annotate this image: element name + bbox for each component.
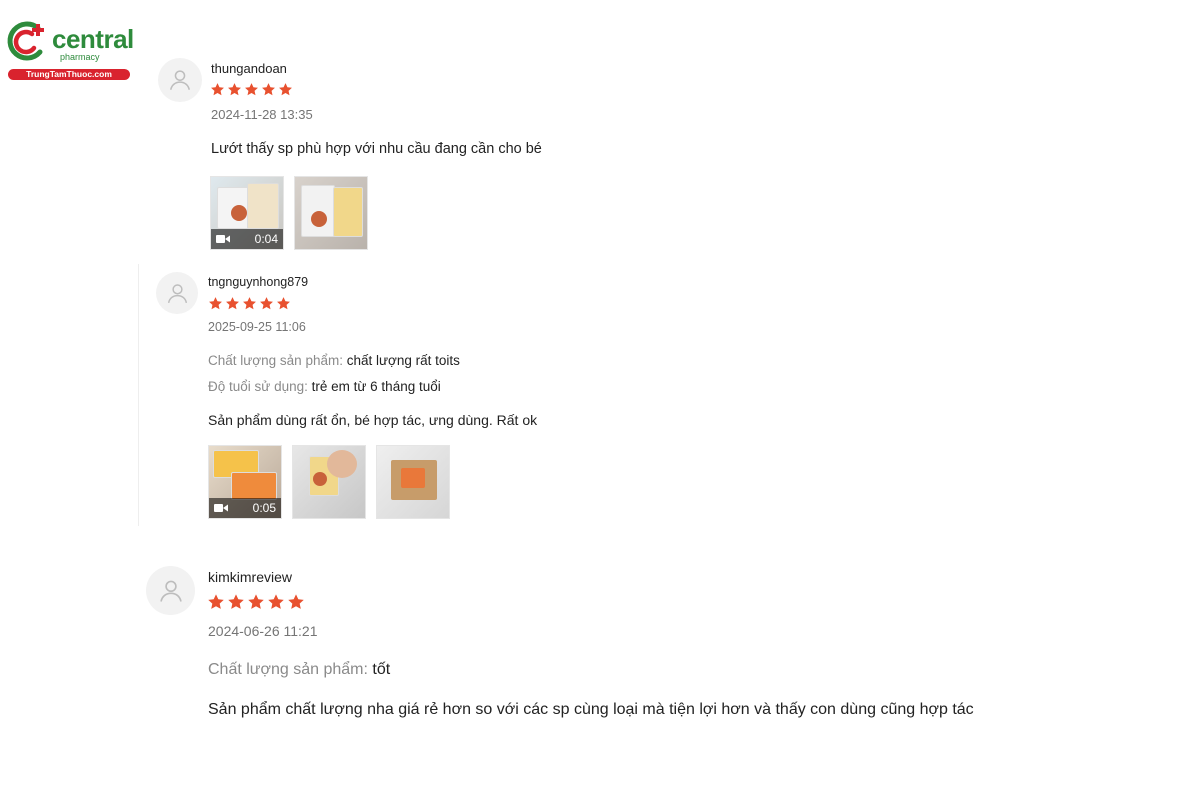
- star-icon: [243, 297, 256, 310]
- brand-tagline: pharmacy: [60, 52, 100, 62]
- attribute-value: trẻ em từ 6 tháng tuổi: [311, 379, 441, 394]
- avatar[interactable]: [156, 272, 198, 314]
- review-comment: Sản phẩm dùng rất ổn, bé hợp tác, ưng dù…: [208, 412, 538, 428]
- product-box-image: [231, 472, 277, 500]
- star-icon: [248, 594, 264, 609]
- star-icon: [262, 83, 275, 96]
- video-camera-icon: [216, 235, 230, 243]
- product-character-image: [311, 211, 327, 227]
- star-icon: [288, 594, 304, 609]
- review-video-thumbnail[interactable]: 0:05: [208, 445, 282, 519]
- user-avatar-icon: [167, 283, 187, 303]
- attribute-value: tốt: [372, 661, 391, 678]
- user-avatar-icon: [170, 70, 190, 90]
- review-media: 0:05: [208, 445, 450, 519]
- product-box-image: [401, 468, 425, 488]
- product-character-image: [313, 472, 327, 486]
- attribute-label: Độ tuổi sử dụng:: [208, 379, 308, 394]
- reviewer-username: tngnguynhong879: [208, 275, 309, 289]
- review-image-thumbnail[interactable]: [294, 176, 368, 250]
- star-icon: [260, 297, 273, 310]
- video-camera-icon: [214, 504, 228, 512]
- product-box-image: [333, 187, 363, 237]
- attribute-value: chất lượng rất toits: [346, 353, 460, 368]
- star-icon: [279, 83, 292, 96]
- central-logo-icon: [7, 21, 44, 61]
- review-attribute: Độ tuổi sử dụng: trẻ em từ 6 tháng tuổi: [208, 379, 441, 394]
- star-icon: [228, 83, 241, 96]
- product-box-image: [247, 183, 279, 229]
- central-pharmacy-logo[interactable]: central pharmacy TrungTamThuoc.com: [6, 20, 134, 82]
- review-attribute: Chất lượng sản phẩm: chất lượng rất toit…: [208, 353, 460, 368]
- star-icon: [228, 594, 244, 609]
- review-comment: Lướt thấy sp phù hợp với nhu cầu đang cầ…: [211, 141, 542, 157]
- star-icon: [209, 297, 222, 310]
- attribute-label: Chất lượng sản phẩm:: [208, 353, 343, 368]
- review-datetime: 2025-09-25 11:06: [208, 320, 306, 334]
- review-comment: Sản phẩm chất lượng nha giá rẻ hơn so vớ…: [208, 701, 974, 718]
- video-info-bar: 0:04: [211, 229, 283, 249]
- star-icon: [208, 594, 224, 609]
- hand-image: [327, 450, 357, 478]
- review-video-thumbnail[interactable]: 0:04: [210, 176, 284, 250]
- star-icon: [245, 83, 258, 96]
- star-icon: [277, 297, 290, 310]
- star-icon: [268, 594, 284, 609]
- avatar[interactable]: [146, 566, 195, 615]
- reviewer-username: thungandoan: [211, 61, 287, 76]
- video-duration: 0:04: [254, 232, 278, 246]
- review-datetime: 2024-11-28 13:35: [211, 107, 313, 122]
- brand-url: TrungTamThuoc.com: [8, 69, 130, 80]
- star-icon: [211, 83, 224, 96]
- reviewer-username: kimkimreview: [208, 569, 292, 585]
- user-avatar-icon: [159, 580, 182, 602]
- star-icon: [226, 297, 239, 310]
- video-duration: 0:05: [252, 501, 276, 515]
- review-image-thumbnail[interactable]: [292, 445, 366, 519]
- review-image-thumbnail[interactable]: [376, 445, 450, 519]
- review-attribute: Chất lượng sản phẩm: tốt: [208, 661, 390, 679]
- review-media: 0:04: [210, 176, 368, 250]
- brand-name: central: [52, 24, 134, 54]
- product-character-image: [231, 205, 247, 221]
- attribute-label: Chất lượng sản phẩm:: [208, 661, 368, 678]
- star-rating: [208, 296, 293, 311]
- review-datetime: 2024-06-26 11:21: [208, 623, 318, 639]
- star-rating: [207, 593, 307, 611]
- star-rating: [210, 82, 295, 97]
- video-info-bar: 0:05: [209, 498, 281, 518]
- avatar[interactable]: [158, 58, 202, 102]
- review-divider: [138, 264, 139, 526]
